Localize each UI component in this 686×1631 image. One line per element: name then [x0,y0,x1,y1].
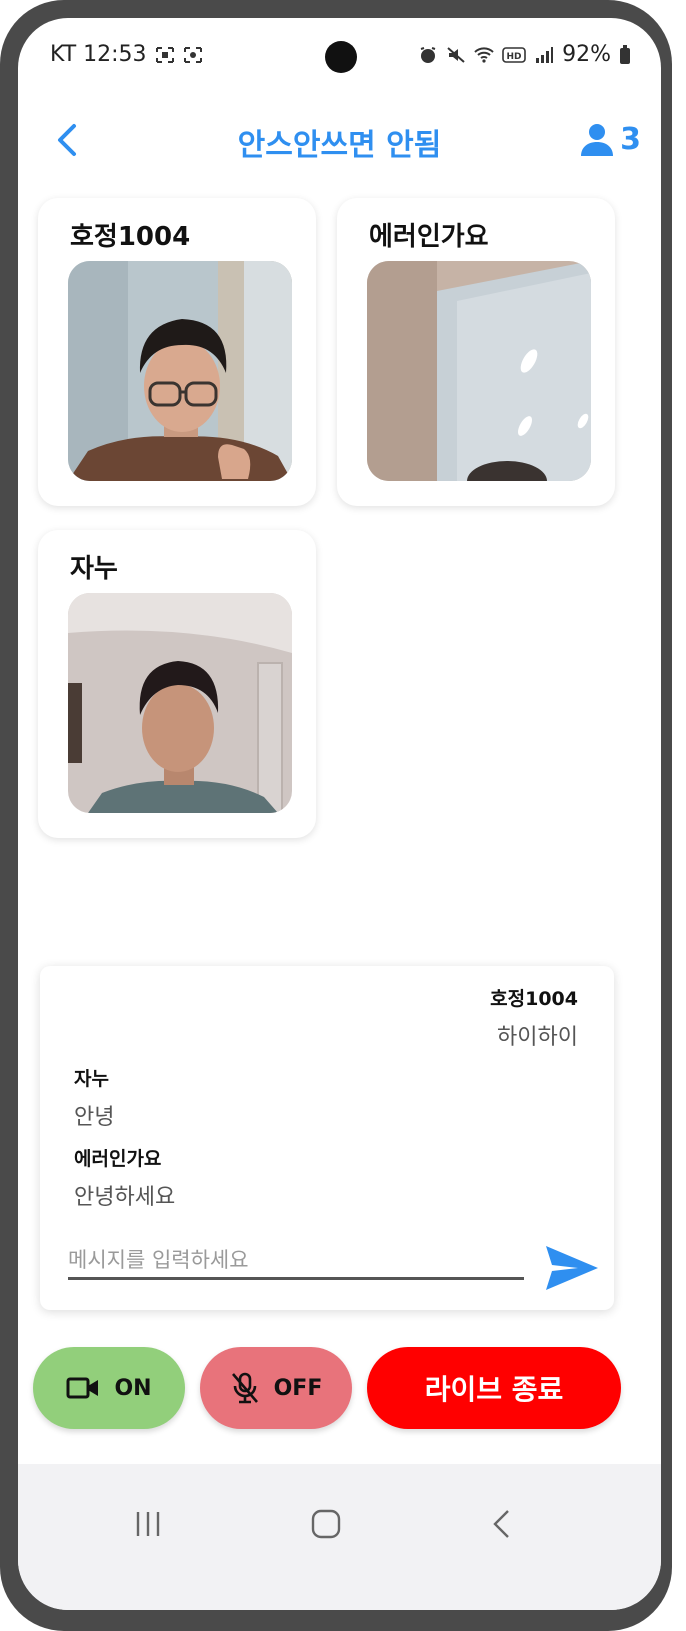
front-camera [325,41,357,73]
participant-card: 에러인가요 [337,198,615,506]
participant-card: 자누 [38,530,316,838]
svg-text:HD: HD [507,52,522,62]
chat-message: 에러인가요 안녕하세요 [74,1144,175,1211]
app-header: 안스안쓰면 안됨 3 [18,110,661,170]
chat-message: 호정1004 하이하이 [490,984,578,1051]
chat-text: 하이하이 [497,1025,578,1050]
video-feed-image [367,261,591,481]
status-bar: KT 12:53 HD 92% [18,18,661,88]
room-title: 안스안쓰면 안됨 [237,128,442,163]
end-live-button[interactable]: 라이브 종료 [367,1347,621,1429]
person-icon [581,124,614,156]
participant-name: 자누 [70,554,118,584]
camera-toggle-button[interactable]: ON [33,1347,185,1429]
message-input[interactable] [68,1243,524,1280]
participant-video [367,261,591,481]
participant-video [68,593,292,813]
carrier-time: KT 12:53 [50,42,147,67]
chat-sender: 호정1004 [490,988,578,1010]
signal-icon [536,46,554,63]
video-feed-image [68,593,292,813]
phone-screen: KT 12:53 HD 92% 안스안쓰면 안됨 3 호정1004 에러인가요 … [18,18,661,1610]
participant-count-value: 3 [620,121,641,157]
battery-icon [620,44,630,64]
recent-apps-icon[interactable] [130,1506,166,1542]
alarm-icon [420,46,436,63]
video-camera-icon [66,1377,99,1399]
mic-toggle-label: OFF [273,1375,323,1401]
screen-capture-icon [155,46,174,63]
participant-count[interactable]: 3 [578,120,641,158]
camera-toggle-label: ON [114,1375,152,1401]
participant-name: 호정1004 [70,222,191,252]
home-icon[interactable] [308,1506,344,1542]
video-feed-image [68,261,292,481]
chat-text: 안녕 [74,1105,115,1130]
screen-record-icon [183,46,202,63]
mic-toggle-button[interactable]: OFF [200,1347,352,1429]
participant-card: 호정1004 [38,198,316,506]
chat-text: 안녕하세요 [74,1185,176,1210]
send-icon[interactable] [544,1244,600,1292]
chat-panel: 호정1004 하이하이 자누 안녕 에러인가요 안녕하세요 [40,966,614,1310]
hd-voice-icon: HD [502,46,526,63]
chat-sender: 자누 [74,1068,109,1090]
system-nav-bar [18,1464,661,1610]
status-right: HD 92% [418,42,631,67]
mic-off-icon [231,1372,258,1404]
participant-name: 에러인가요 [369,222,489,252]
system-back-icon[interactable] [484,1506,520,1542]
participant-video [68,261,292,481]
mute-icon [447,46,465,63]
wifi-icon [474,46,494,63]
chat-sender: 에러인가요 [74,1148,162,1170]
status-left: KT 12:53 [50,42,203,67]
battery-percent: 92% [562,42,611,67]
chat-message: 자누 안녕 [74,1064,114,1131]
